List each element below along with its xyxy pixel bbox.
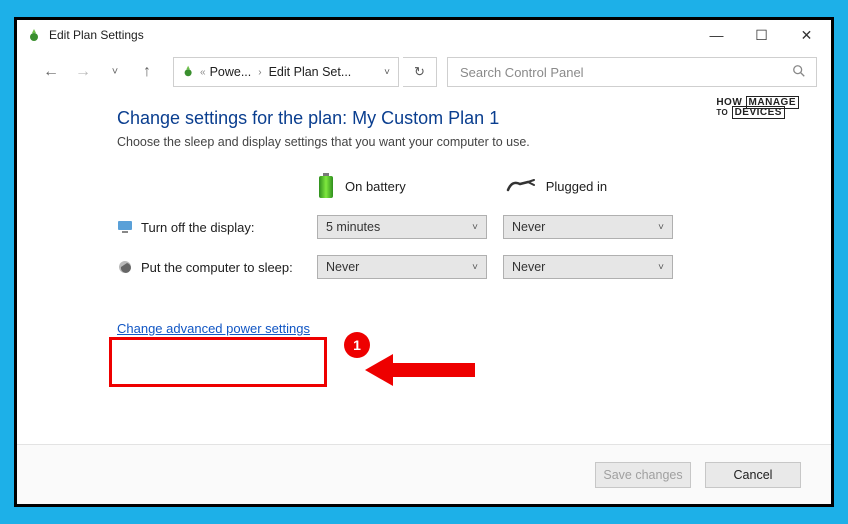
plugged-in-header: Plugged in (506, 178, 607, 194)
chevron-down-icon: ˅ (658, 262, 664, 273)
close-button[interactable]: ✕ (784, 20, 829, 50)
display-battery-select[interactable]: 5 minutes ˅ (317, 215, 487, 239)
address-chevron-icon[interactable]: ˅ (384, 67, 390, 78)
chevron-down-icon: ˅ (472, 262, 478, 273)
window-frame: Edit Plan Settings — ☐ ✕ ← → ˅ ↑ « Powe.… (14, 17, 834, 507)
window-title: Edit Plan Settings (49, 28, 144, 42)
search-box[interactable] (447, 57, 817, 87)
search-icon (792, 64, 806, 81)
change-advanced-power-settings-link[interactable]: Change advanced power settings (117, 321, 310, 336)
content-area: Change settings for the plan: My Custom … (17, 94, 831, 444)
app-icon (27, 27, 43, 43)
annotation-arrow-icon (365, 350, 475, 390)
search-input[interactable] (458, 64, 806, 81)
chevron-down-icon: ˅ (658, 222, 664, 233)
breadcrumb-icon (182, 64, 196, 81)
minimize-button[interactable]: — (694, 20, 739, 50)
back-button[interactable]: ← (37, 58, 65, 86)
refresh-button[interactable]: ↻ (403, 57, 437, 87)
nav-bar: ← → ˅ ↑ « Powe... › Edit Plan Set... ˅ ↻ (17, 50, 831, 94)
breadcrumb-item-1[interactable]: Edit Plan Set... (269, 65, 352, 79)
row-label-display: Turn off the display: (117, 219, 317, 235)
address-bar[interactable]: « Powe... › Edit Plan Set... ˅ (173, 57, 399, 87)
column-headers: On battery Plugged in (317, 173, 791, 199)
on-battery-label: On battery (345, 179, 406, 194)
on-battery-header: On battery (317, 173, 406, 199)
chevron-down-icon: ˅ (472, 222, 478, 233)
plugged-in-label: Plugged in (546, 179, 607, 194)
page-title: Change settings for the plan: My Custom … (117, 108, 791, 129)
sleep-icon (117, 259, 133, 275)
battery-icon (317, 173, 335, 199)
annotation-highlight-box (109, 337, 327, 387)
cancel-button[interactable]: Cancel (705, 462, 801, 488)
maximize-button[interactable]: ☐ (739, 20, 784, 50)
breadcrumb-separator-icon: › (255, 67, 264, 78)
breadcrumb-prefix-icon: « (200, 67, 206, 78)
row-turn-off-display: Turn off the display: 5 minutes ˅ Never … (117, 215, 791, 239)
watermark-logo: HOW MANAGE TO DEVICES (716, 98, 799, 118)
sleep-plugged-select[interactable]: Never ˅ (503, 255, 673, 279)
row-put-to-sleep: Put the computer to sleep: Never ˅ Never… (117, 255, 791, 279)
titlebar: Edit Plan Settings — ☐ ✕ (17, 20, 831, 50)
forward-button[interactable]: → (69, 58, 97, 86)
up-button[interactable]: ↑ (133, 58, 161, 86)
footer-bar: Save changes Cancel (17, 444, 831, 504)
display-plugged-select[interactable]: Never ˅ (503, 215, 673, 239)
breadcrumb-item-0[interactable]: Powe... (210, 65, 252, 79)
page-subtitle: Choose the sleep and display settings th… (117, 135, 791, 149)
display-icon (117, 219, 133, 235)
row-label-sleep: Put the computer to sleep: (117, 259, 317, 275)
sleep-battery-select[interactable]: Never ˅ (317, 255, 487, 279)
save-changes-button[interactable]: Save changes (595, 462, 691, 488)
recent-locations-button[interactable]: ˅ (101, 58, 129, 86)
plug-icon (506, 178, 536, 194)
